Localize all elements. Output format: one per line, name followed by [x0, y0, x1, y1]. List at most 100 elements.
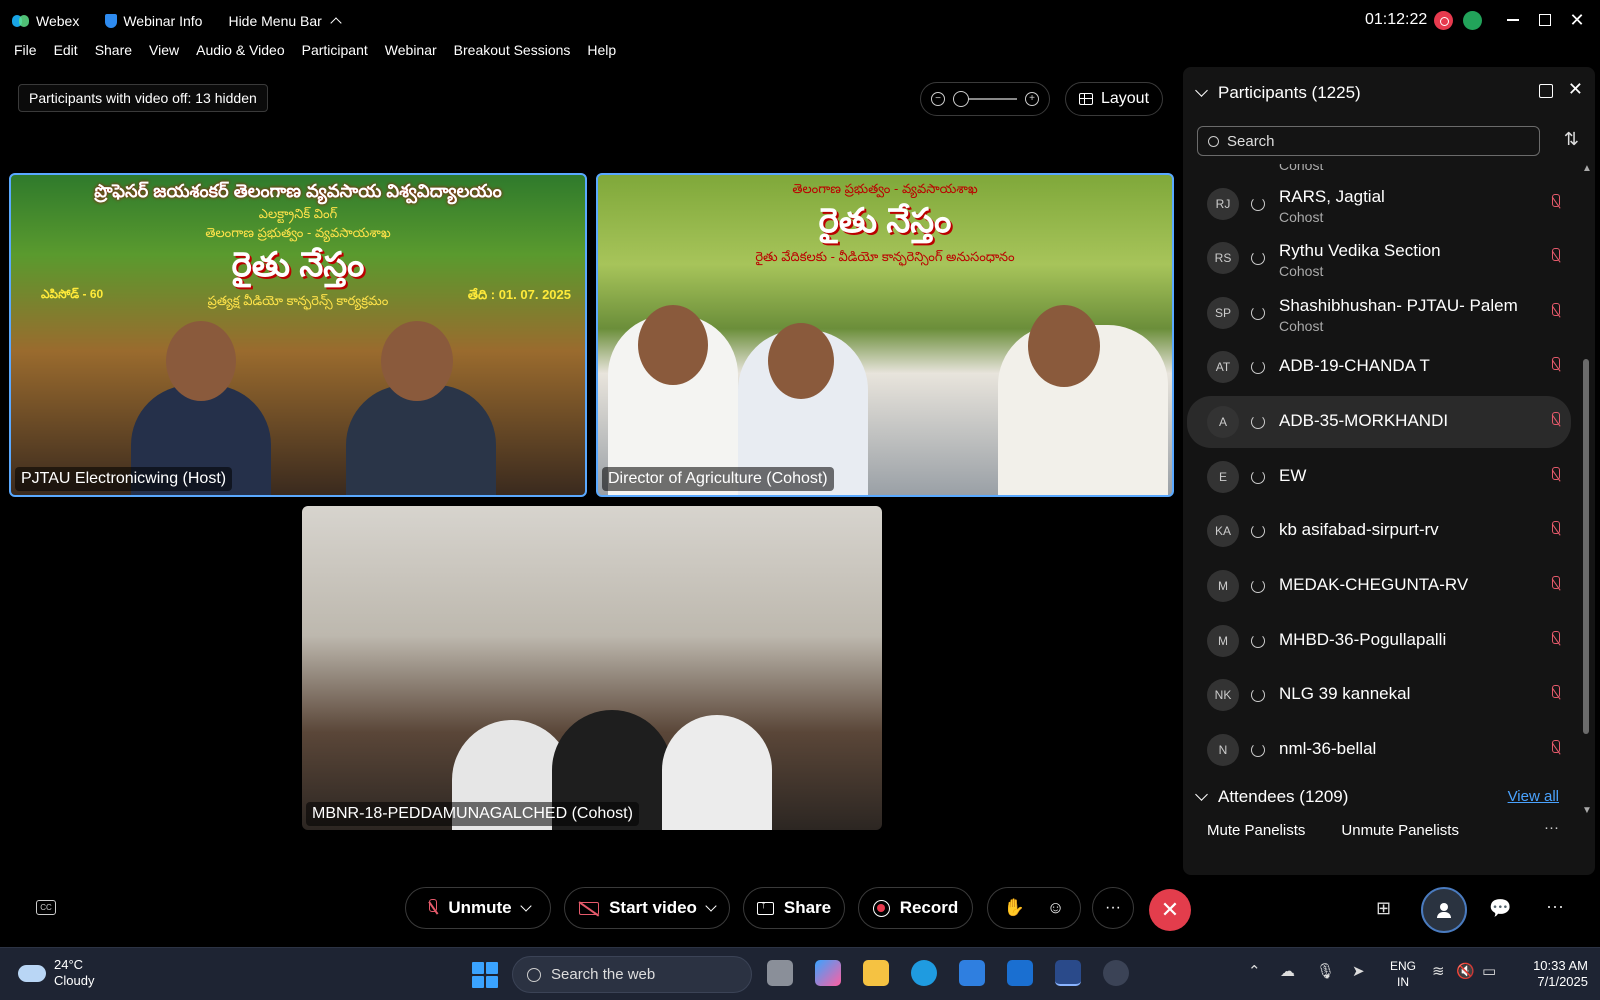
sort-icon[interactable]: ⇅ [1564, 129, 1579, 150]
apps-icon[interactable]: ⊞ [1376, 898, 1391, 919]
mic-muted-icon[interactable] [1549, 521, 1561, 539]
reactions-icon[interactable]: ☺ [1047, 898, 1064, 918]
webex-taskbar-icon[interactable] [1055, 960, 1081, 986]
list-item[interactable]: E EW [1187, 451, 1571, 503]
minimize-button[interactable] [1500, 8, 1526, 32]
share-button[interactable]: Share [743, 887, 845, 929]
menu-share[interactable]: Share [95, 42, 132, 66]
list-item[interactable]: AT ADB-19-CHANDA T [1187, 341, 1571, 393]
participant-name: Shashibhushan- PJTAU- Palem [1279, 296, 1518, 315]
mic-muted-icon[interactable] [1549, 631, 1561, 649]
zoom-in-icon[interactable]: + [1025, 92, 1039, 106]
show-hidden-icons-icon[interactable]: ⌃ [1248, 962, 1261, 980]
mic-muted-icon[interactable] [1549, 576, 1561, 594]
attendees-header[interactable]: Attendees (1209) [1195, 787, 1348, 807]
list-item[interactable]: RS Rythu Vedika Section Cohost [1187, 232, 1571, 284]
close-window-button[interactable]: ✕ [1564, 8, 1590, 32]
zoom-out-icon[interactable]: − [931, 92, 945, 106]
mic-muted-icon[interactable] [1549, 740, 1561, 758]
start-video-button[interactable]: Start video [564, 887, 730, 929]
layout-button[interactable]: Layout [1065, 82, 1163, 116]
chat-icon[interactable]: 💬 [1489, 898, 1511, 919]
menu-edit[interactable]: Edit [54, 42, 78, 66]
view-all-link[interactable]: View all [1508, 788, 1559, 805]
participants-toggle-button[interactable] [1421, 887, 1467, 933]
closed-captions-icon[interactable]: CC [36, 900, 56, 915]
menu-audio-video[interactable]: Audio & Video [196, 42, 284, 66]
zoom-slider[interactable] [953, 91, 1017, 107]
mic-muted-tray-icon[interactable]: 🎙 [1316, 962, 1335, 980]
microsoft-store-icon[interactable] [959, 960, 985, 986]
mic-muted-icon[interactable] [1549, 357, 1561, 375]
participant-search-input[interactable]: Search [1197, 126, 1540, 156]
chrome-browser-icon[interactable] [1103, 960, 1129, 986]
mute-panelists-button[interactable]: Mute Panelists [1207, 822, 1305, 839]
language-indicator[interactable]: ENG IN [1390, 958, 1416, 990]
menu-file[interactable]: File [14, 42, 37, 66]
network-stats-icon[interactable] [1463, 11, 1482, 30]
raise-hand-icon[interactable]: ✋ [1004, 898, 1025, 918]
file-explorer-icon[interactable] [863, 960, 889, 986]
video-tile-director[interactable]: తెలంగాణ ప్రభుత్వం - వ్యవసాయశాఖ రైతు నేస్… [596, 173, 1174, 497]
menu-help[interactable]: Help [587, 42, 616, 66]
list-item[interactable]: M MEDAK-CHEGUNTA-RV [1187, 560, 1571, 612]
unmute-button[interactable]: Unmute [405, 887, 551, 929]
pop-out-icon[interactable] [1539, 84, 1553, 98]
participants-header[interactable]: Participants (1225) [1195, 83, 1361, 103]
maximize-button[interactable] [1532, 8, 1558, 32]
scroll-up-icon[interactable]: ▲ [1582, 163, 1592, 174]
mic-muted-icon[interactable] [1549, 685, 1561, 703]
end-call-button[interactable]: ✕ [1149, 889, 1191, 931]
webinar-info-button[interactable]: Webinar Info [105, 13, 202, 29]
volume-muted-icon[interactable]: 🔇 [1456, 962, 1475, 980]
chevron-down-icon[interactable] [705, 899, 717, 912]
sync-icon [1251, 360, 1265, 374]
windows-start-icon[interactable] [472, 962, 498, 988]
menu-view[interactable]: View [149, 42, 179, 66]
overflow-menu-icon[interactable]: ··· [1546, 896, 1564, 917]
scroll-down-icon[interactable]: ▼ [1582, 805, 1592, 816]
avatar: N [1207, 734, 1239, 766]
unmute-panelists-button[interactable]: Unmute Panelists [1341, 822, 1459, 839]
record-button[interactable]: Record [858, 887, 973, 929]
list-item[interactable]: RJ RARS, Jagtial Cohost [1187, 178, 1571, 230]
mic-muted-icon[interactable] [1549, 467, 1561, 485]
more-options-button[interactable]: ··· [1092, 887, 1134, 929]
avatar: M [1207, 625, 1239, 657]
mic-muted-icon[interactable] [1549, 303, 1561, 321]
list-item[interactable]: M MHBD-36-Pogullapalli [1187, 615, 1571, 667]
weather-widget[interactable]: 24°C Cloudy [18, 957, 94, 989]
recording-status-icon[interactable] [1434, 11, 1453, 30]
video-banner: తెలంగాణ ప్రభుత్వం - వ్యవసాయశాఖ రైతు నేస్… [598, 175, 1172, 315]
location-icon[interactable]: ➤ [1352, 962, 1365, 980]
menu-breakout-sessions[interactable]: Breakout Sessions [454, 42, 571, 66]
scrollbar-thumb[interactable] [1583, 359, 1589, 734]
mic-muted-icon[interactable] [1549, 412, 1561, 430]
taskbar-search-input[interactable]: Search the web [512, 956, 752, 993]
video-tile-mbnr[interactable]: MBNR-18-PEDDAMUNAGALCHED (Cohost) [302, 506, 882, 830]
menu-participant[interactable]: Participant [302, 42, 368, 66]
list-item[interactable]: KA kb asifabad-sirpurt-rv [1187, 505, 1571, 557]
edge-browser-icon[interactable] [911, 960, 937, 986]
list-item[interactable]: NK NLG 39 kannekal [1187, 669, 1571, 721]
battery-icon[interactable]: ▭ [1482, 962, 1496, 980]
list-item[interactable]: A ADB-35-MORKHANDI [1187, 396, 1571, 448]
chevron-down-icon[interactable] [519, 899, 532, 912]
panel-more-button[interactable]: ··· [1544, 819, 1559, 836]
zoom-slider-handle[interactable] [953, 91, 969, 107]
participant-list-scrollbar[interactable]: ▲ ▼ [1582, 163, 1592, 816]
menu-webinar[interactable]: Webinar [385, 42, 437, 66]
copilot-icon[interactable] [815, 960, 841, 986]
taskbar-clock[interactable]: 10:33 AM 7/1/2025 [1518, 958, 1588, 990]
list-item[interactable]: SP Shashibhushan- PJTAU- Palem Cohost [1187, 287, 1571, 339]
close-panel-button[interactable]: ✕ [1568, 79, 1583, 100]
task-view-icon[interactable] [767, 960, 793, 986]
video-tile-host[interactable]: ప్రొఫెసర్ జయశంకర్ తెలంగాణ వ్యవసాయ విశ్వవ… [9, 173, 587, 497]
onedrive-icon[interactable]: ☁ [1280, 962, 1295, 980]
mic-muted-icon[interactable] [1549, 194, 1561, 212]
wifi-icon[interactable]: ≋ [1432, 962, 1445, 980]
hide-menu-bar-button[interactable]: Hide Menu Bar [228, 13, 342, 29]
mic-muted-icon[interactable] [1549, 248, 1561, 266]
outlook-icon[interactable] [1007, 960, 1033, 986]
list-item[interactable]: N nml-36-bellal [1187, 724, 1571, 776]
